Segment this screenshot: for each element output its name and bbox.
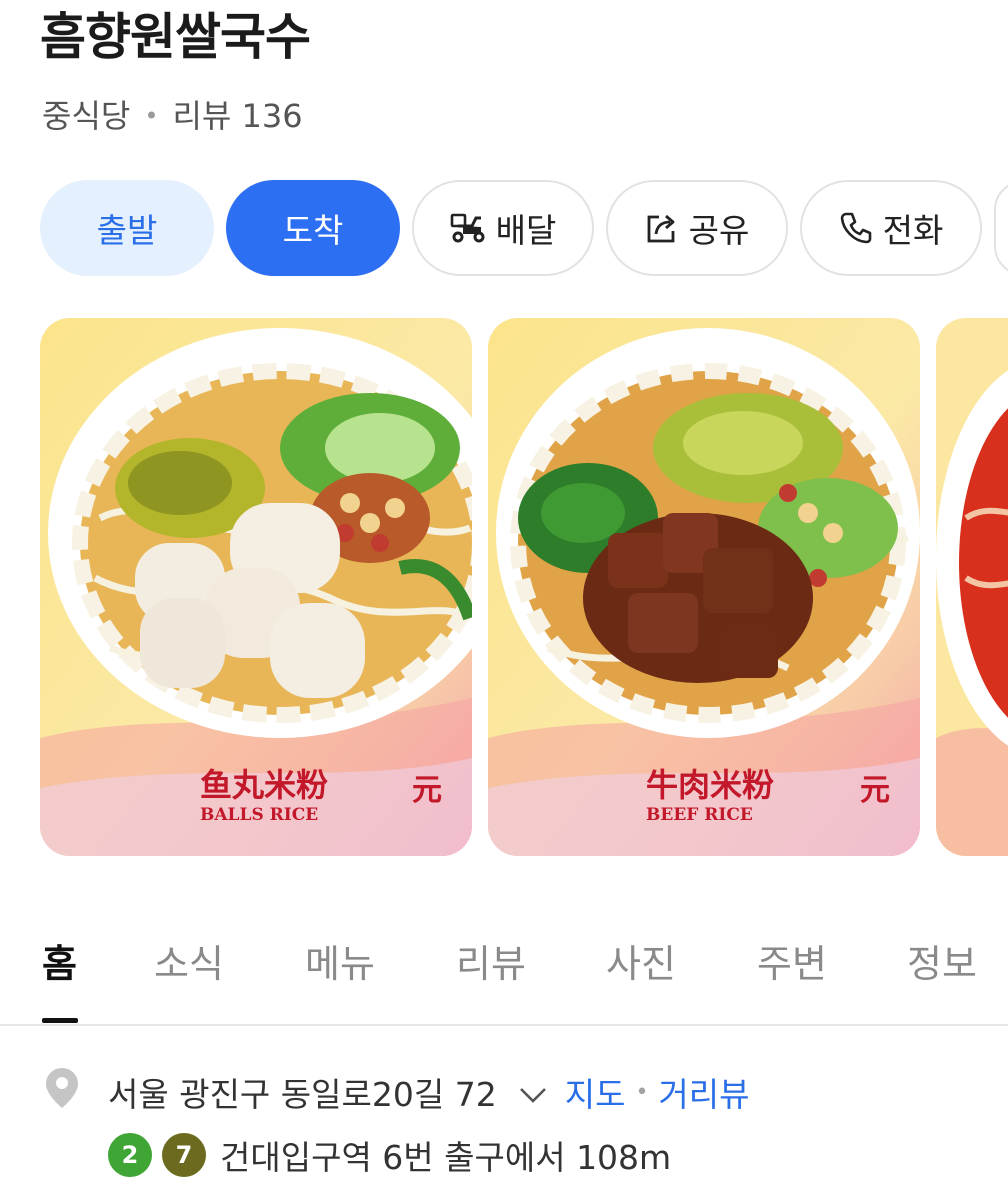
photo-price-text: 元	[412, 773, 442, 808]
roadview-link[interactable]: 거리뷰	[658, 1068, 749, 1116]
tab-news[interactable]: 소식	[154, 938, 224, 990]
action-bar: 출발 도착 배달 공유 전화	[40, 180, 1008, 276]
map-link[interactable]: 지도	[565, 1068, 626, 1116]
chevron-down-icon[interactable]	[519, 1073, 547, 1112]
photo-gallery[interactable]: 鱼丸米粉 BALLS RICE 元 牛肉米粉 BEEF RICE 元	[40, 318, 1008, 856]
address-row: 서울 광진구 동일로20길 72 지도 • 거리뷰	[44, 1066, 750, 1118]
place-category: 중식당	[42, 97, 131, 135]
more-action-button[interactable]	[994, 180, 1008, 276]
tab-photos[interactable]: 사진	[606, 938, 676, 990]
photo-en-text: BEEF RICE	[646, 805, 753, 825]
call-label: 전화	[882, 211, 944, 250]
tab-nearby[interactable]: 주변	[757, 938, 827, 990]
share-label: 공유	[688, 211, 750, 250]
delivery-label: 배달	[495, 211, 557, 250]
station-text: 건대입구역 6번 출구에서 108m	[220, 1138, 672, 1177]
photo-en-text: BALLS RICE	[200, 805, 318, 825]
subway-line-badge: 7	[162, 1133, 206, 1177]
location-pin-icon	[44, 1066, 80, 1118]
menu-photo[interactable]: 牛肉米粉 BEEF RICE 元	[488, 318, 920, 856]
tab-info[interactable]: 정보	[907, 938, 977, 990]
photo-cn-text: 鱼丸米粉	[200, 766, 328, 804]
subway-line-badge: 2	[108, 1133, 152, 1177]
station-row: 2 7 건대입구역 6번 출구에서 108m	[108, 1130, 671, 1180]
menu-photo[interactable]: 鱼丸米粉 BALLS RICE 元	[40, 318, 472, 856]
tab-home[interactable]: 홈	[42, 938, 77, 990]
share-icon	[645, 211, 679, 245]
arrive-button[interactable]: 도착	[226, 180, 400, 276]
share-button[interactable]: 공유	[606, 180, 788, 276]
call-button[interactable]: 전화	[800, 180, 982, 276]
depart-button[interactable]: 출발	[40, 180, 214, 276]
delivery-scooter-icon	[450, 212, 486, 244]
review-count[interactable]: 리뷰 136	[172, 94, 302, 138]
place-meta: 중식당 • 리뷰 136	[42, 94, 303, 138]
address-text: 서울 광진구 동일로20길 72	[108, 1075, 497, 1114]
place-name: 흠향원쌀국수	[40, 8, 311, 66]
tab-menu[interactable]: 메뉴	[305, 938, 375, 990]
delivery-button[interactable]: 배달	[412, 180, 594, 276]
link-separator: •	[635, 1079, 649, 1105]
menu-photo[interactable]	[936, 318, 1008, 856]
meta-separator: •	[144, 102, 159, 130]
active-tab-indicator	[42, 1018, 78, 1023]
tab-bar: 홈 소식 메뉴 리뷰 사진 주변 정보	[0, 920, 1008, 1026]
photo-price-text: 元	[860, 773, 890, 808]
photo-cn-text: 牛肉米粉	[646, 766, 774, 804]
tab-reviews[interactable]: 리뷰	[456, 938, 526, 990]
phone-icon	[839, 211, 873, 245]
